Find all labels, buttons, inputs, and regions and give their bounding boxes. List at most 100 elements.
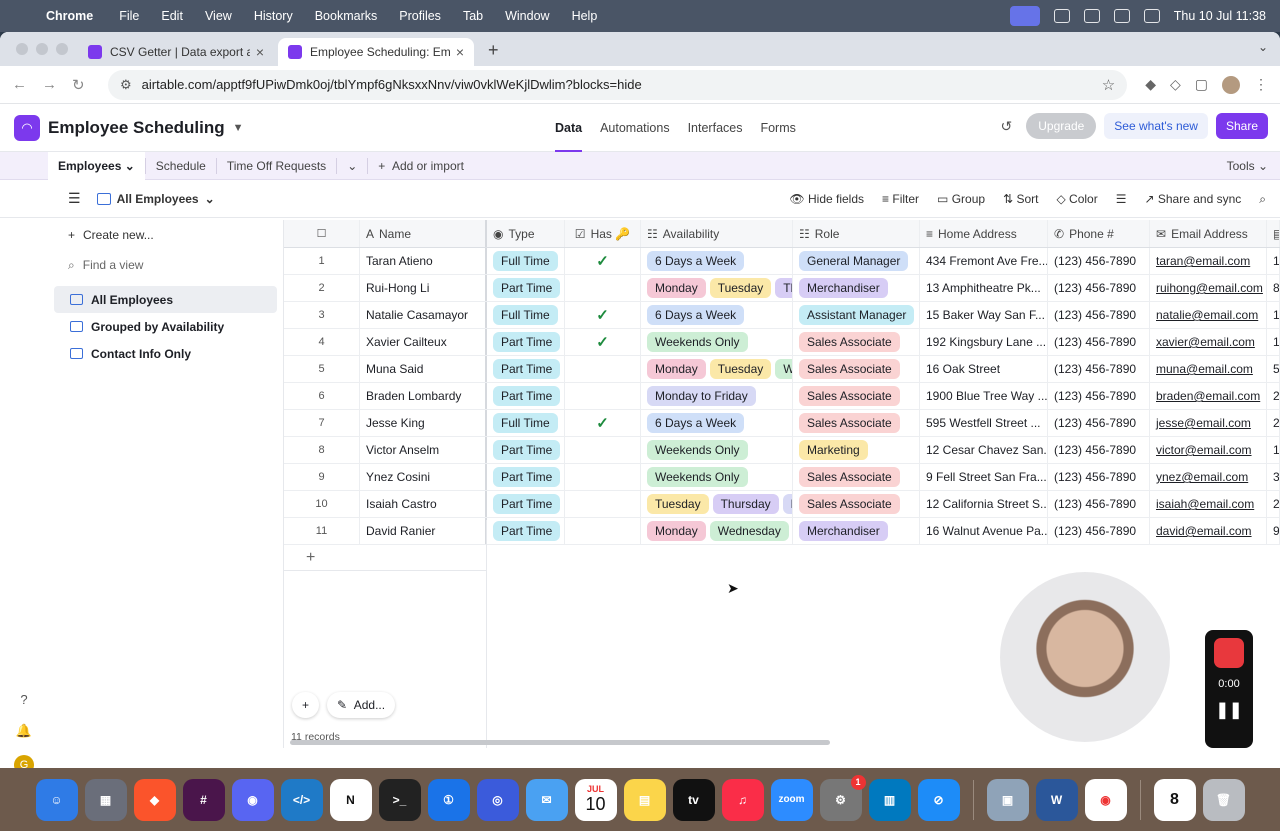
slack-icon[interactable]: #	[182, 778, 225, 821]
menu-window[interactable]: Window	[505, 9, 549, 23]
1password-icon[interactable]: ①	[427, 778, 470, 821]
pause-button[interactable]: ❚❚	[1216, 700, 1243, 720]
email-link[interactable]: isaiah@email.com	[1156, 497, 1254, 511]
cell-name[interactable]: Jesse King	[360, 410, 487, 436]
close-tab-icon[interactable]: ×	[256, 44, 264, 60]
find-view-input[interactable]: ⌕ Find a view	[48, 250, 283, 280]
table-tab-time-off[interactable]: Time Off Requests	[217, 152, 336, 180]
cell-type[interactable]: Part Time	[487, 329, 565, 355]
cell-role[interactable]: Merchandiser	[793, 518, 920, 544]
menu-app[interactable]: Chrome	[46, 9, 93, 23]
new-tab-icon[interactable]: +	[488, 40, 499, 61]
chevron-down-icon[interactable]: ▼	[233, 122, 244, 134]
more-tables-chevron-icon[interactable]: ⌄	[337, 152, 367, 180]
cell-name[interactable]: Isaiah Castro	[360, 491, 487, 517]
terminal-icon[interactable]: >_	[378, 778, 421, 821]
cell-home-address[interactable]: 12 California Street S...	[920, 491, 1048, 517]
cell-has-key[interactable]	[565, 491, 641, 517]
cell-email[interactable]: xavier@email.com	[1150, 329, 1267, 355]
cell-overflow[interactable]: 8	[1267, 275, 1280, 301]
history-icon[interactable]: ↺	[1001, 118, 1013, 135]
moon-icon[interactable]	[1083, 9, 1100, 23]
cell-availability[interactable]: 6 Days a Week	[641, 248, 793, 274]
whats-new-button[interactable]: See what's new	[1104, 113, 1208, 139]
apple-tv-icon[interactable]: tv	[672, 778, 715, 821]
cell-type[interactable]: Part Time	[487, 356, 565, 382]
cell-role[interactable]: Sales Associate	[793, 329, 920, 355]
email-link[interactable]: muna@email.com	[1156, 362, 1253, 376]
site-info-icon[interactable]: ⚙	[120, 77, 132, 93]
cell-has-key[interactable]: ✓	[565, 329, 641, 355]
cell-email[interactable]: jesse@email.com	[1150, 410, 1267, 436]
email-link[interactable]: xavier@email.com	[1156, 335, 1255, 349]
table-row[interactable]: 1 Taran Atieno Full Time ✓ 6 Days a Week Gene…	[284, 248, 1280, 275]
cell-name[interactable]: David Ranier	[360, 518, 487, 544]
cell-phone[interactable]: (123) 456-7890	[1048, 410, 1150, 436]
cell-role[interactable]: Sales Associate	[793, 491, 920, 517]
cell-overflow[interactable]: 2	[1267, 491, 1280, 517]
add-record-row[interactable]: +	[284, 545, 487, 571]
cell-overflow[interactable]: 2	[1267, 410, 1280, 436]
cell-availability[interactable]: MondayTuesdayWe	[641, 356, 793, 382]
email-link[interactable]: jesse@email.com	[1156, 416, 1251, 430]
view-item-grouped-availability[interactable]: Grouped by Availability	[54, 313, 277, 340]
email-link[interactable]: ynez@email.com	[1156, 470, 1248, 484]
horizontal-scrollbar[interactable]	[290, 740, 830, 745]
cell-overflow[interactable]: 5	[1267, 356, 1280, 382]
brave-icon[interactable]: ◆	[133, 778, 176, 821]
discord-icon[interactable]: ◉	[231, 778, 274, 821]
menu-bookmarks[interactable]: Bookmarks	[315, 9, 378, 23]
cell-role[interactable]: Sales Associate	[793, 356, 920, 382]
zoom-icon[interactable]: zoom	[770, 778, 813, 821]
cell-has-key[interactable]	[565, 383, 641, 409]
chrome-icon[interactable]: ◉	[1084, 778, 1127, 821]
cell-role[interactable]: Marketing	[793, 437, 920, 463]
url-field[interactable]: ⚙ airtable.com/apptf9fUPiwDmk0oj/tblYmpf…	[108, 69, 1128, 100]
cell-email[interactable]: muna@email.com	[1150, 356, 1267, 382]
add-record-button[interactable]: +	[292, 692, 320, 718]
cell-home-address[interactable]: 192 Kingsbury Lane ...	[920, 329, 1048, 355]
sidebar-toggle-icon[interactable]: ☰	[68, 190, 81, 207]
tab-data[interactable]: Data	[555, 121, 583, 152]
email-link[interactable]: natalie@email.com	[1156, 308, 1258, 322]
select-all-checkbox[interactable]: ☐	[284, 220, 360, 247]
cell-email[interactable]: ruihong@email.com	[1150, 275, 1267, 301]
cell-type[interactable]: Part Time	[487, 464, 565, 490]
cell-email[interactable]: braden@email.com	[1150, 383, 1267, 409]
finder-icon[interactable]: ☺	[35, 778, 78, 821]
view-item-all-employees[interactable]: All Employees	[54, 286, 277, 313]
cell-overflow[interactable]: 1	[1267, 248, 1280, 274]
account-avatar[interactable]: G	[14, 755, 34, 768]
traffic-lights[interactable]	[16, 43, 68, 55]
column-header-phone[interactable]: ✆ Phone #	[1048, 220, 1150, 247]
share-button[interactable]: Share	[1215, 113, 1268, 139]
share-sync-button[interactable]: ↗ Share and sync	[1144, 192, 1241, 206]
table-row[interactable]: 7 Jesse King Full Time ✓ 6 Days a Week Sales …	[284, 410, 1280, 437]
cell-availability[interactable]: Monday to Friday	[641, 383, 793, 409]
search-icon[interactable]: ⌕	[1259, 192, 1266, 207]
cell-home-address[interactable]: 16 Walnut Avenue Pa...	[920, 518, 1048, 544]
more-icon[interactable]: ⋮	[1254, 76, 1268, 94]
cell-home-address[interactable]: 434 Fremont Ave Fre...	[920, 248, 1048, 274]
email-link[interactable]: ruihong@email.com	[1156, 281, 1263, 295]
add-or-import-button[interactable]: + Add or import	[368, 152, 474, 180]
cell-has-key[interactable]	[565, 437, 641, 463]
word-icon[interactable]: W	[1035, 778, 1078, 821]
help-icon[interactable]: ?	[20, 692, 27, 707]
notes-icon[interactable]: ▤	[623, 778, 666, 821]
upgrade-button[interactable]: Upgrade	[1026, 113, 1097, 139]
column-header-more[interactable]: ▤	[1267, 220, 1280, 247]
table-row[interactable]: 2Rui-Hong Li Part Time MondayTuesdayThu Mer…	[284, 275, 1280, 302]
email-link[interactable]: victor@email.com	[1156, 443, 1252, 457]
cell-role[interactable]: Sales Associate	[793, 410, 920, 436]
table-row[interactable]: 3 Natalie Casamayor Full Time ✓ 6 Days a Wee…	[284, 302, 1280, 329]
cell-phone[interactable]: (123) 456-7890	[1048, 518, 1150, 544]
back-icon[interactable]: ←	[12, 76, 42, 93]
cell-phone[interactable]: (123) 456-7890	[1048, 356, 1150, 382]
cell-overflow[interactable]: 1	[1267, 329, 1280, 355]
cell-availability[interactable]: Weekends Only	[641, 329, 793, 355]
table-row[interactable]: 6 Braden Lombardy Part Time Monday to Frida…	[284, 383, 1280, 410]
bell-icon[interactable]: 🔔	[16, 723, 32, 739]
menu-view[interactable]: View	[205, 9, 232, 23]
mail-icon[interactable]: ✉	[525, 778, 568, 821]
